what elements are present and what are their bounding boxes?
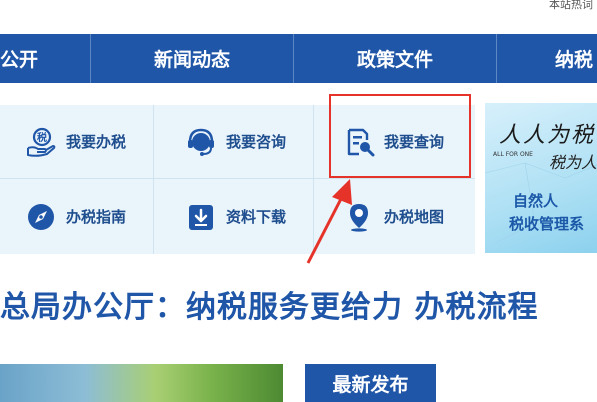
service-label: 办税地图 (384, 208, 445, 226)
headset-icon (184, 125, 218, 159)
headline-link[interactable]: 总局办公厅：纳税服务更给力 办税流程 (0, 282, 538, 326)
main-nav: 公开 新闻动态 政策文件 纳税 (0, 34, 597, 83)
service-consult[interactable]: 我要咨询 (154, 105, 314, 179)
nav-item-news[interactable]: 新闻动态 (91, 34, 294, 83)
service-label: 办税指南 (66, 208, 127, 226)
news-photo[interactable] (0, 364, 283, 402)
service-label: 我要办税 (66, 133, 127, 151)
nav-item-policy[interactable]: 政策文件 (294, 34, 497, 83)
nav-item-taxpayer[interactable]: 纳税 (497, 34, 597, 83)
highlight-box (329, 94, 471, 178)
service-download[interactable]: 资料下载 (154, 179, 314, 254)
service-tax-filing[interactable]: 税 我要办税 (0, 105, 154, 179)
banner-subtitle: ALL FOR ONE (493, 151, 533, 158)
natural-person-tax-banner[interactable]: 人人为税 ALL FOR ONE 税为人 自然人 税收管理系 (485, 103, 597, 253)
latest-release-tab[interactable]: 最新发布 (305, 364, 436, 402)
banner-calligraphy: 人人为税 (499, 123, 596, 148)
hand-tax-icon: 税 (24, 125, 58, 159)
banner-calligraphy-2: 税为人 (549, 153, 597, 172)
banner-title-line2: 税收管理系 (509, 215, 585, 233)
compass-icon (24, 200, 58, 234)
nav-item-public[interactable]: 公开 (0, 34, 91, 83)
svg-text:税: 税 (37, 131, 47, 144)
download-icon (184, 200, 218, 234)
hot-words-label[interactable]: 本站热词 (549, 0, 593, 12)
banner-title-line1: 自然人 (513, 192, 559, 210)
service-label: 我要咨询 (226, 133, 287, 151)
service-label: 资料下载 (226, 208, 287, 226)
service-guide[interactable]: 办税指南 (0, 179, 154, 254)
pointer-arrow (306, 179, 352, 264)
